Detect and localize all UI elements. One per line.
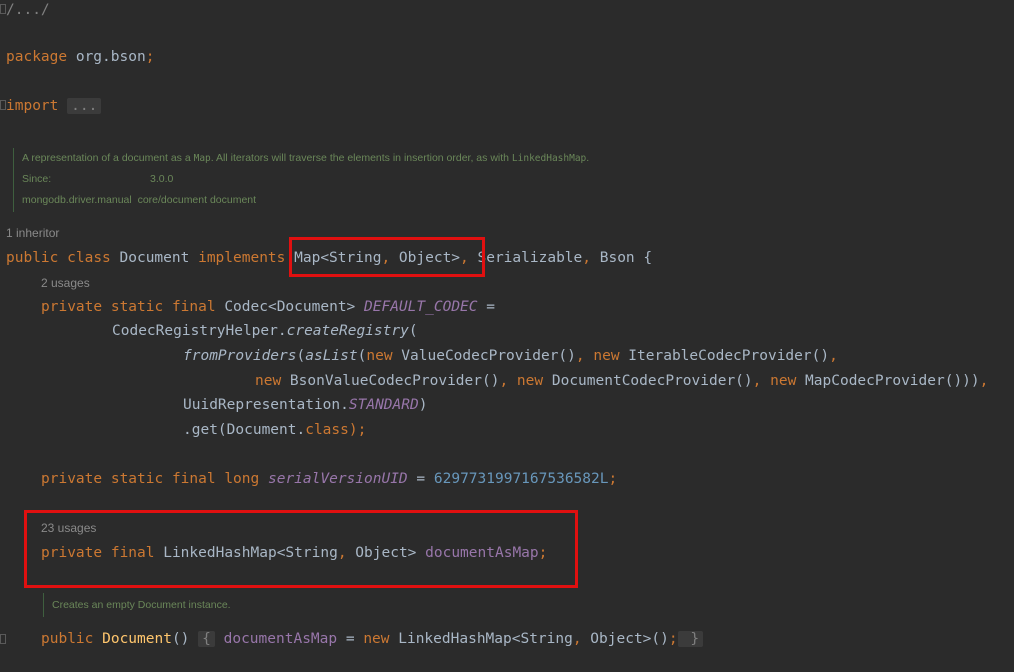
class-ref: CodecRegistryHelper. <box>112 323 287 339</box>
method-call: createRegistry <box>286 323 409 339</box>
field-name: DEFAULT_CODEC <box>364 299 478 315</box>
new-keyword: new <box>363 631 390 647</box>
comma: , <box>582 250 591 266</box>
brace: } <box>677 631 704 647</box>
providers-line[interactable]: fromProviders(asList(new ValueCodecProvi… <box>183 346 838 366</box>
paren: ( <box>408 323 418 339</box>
constructor-call: BsonValueCodecProvider() <box>281 373 500 389</box>
new-keyword: new <box>255 373 282 389</box>
comma: , <box>752 373 771 389</box>
paren: ) <box>418 397 428 413</box>
class-ref: UuidRepresentation. <box>183 397 349 413</box>
field-name: documentAsMap <box>214 631 338 647</box>
assign: = <box>337 631 364 647</box>
semicolon: ; <box>608 471 618 487</box>
folded-header[interactable]: /.../ <box>6 0 50 20</box>
highlight-map-interface <box>289 237 485 277</box>
type: LinkedHashMap<String <box>389 631 573 647</box>
comma: , <box>575 348 594 364</box>
new-keyword: new <box>516 373 544 389</box>
new-keyword: new <box>770 373 797 389</box>
class-javadoc: A representation of a document as a Map.… <box>13 148 589 212</box>
public-keyword: public <box>41 631 103 647</box>
highlight-map-field <box>24 510 578 588</box>
semicolon: ; <box>668 631 678 647</box>
registry-line[interactable]: CodecRegistryHelper.createRegistry( <box>112 321 418 341</box>
paren: ( <box>296 348 306 364</box>
field-name: serialVersionUID <box>267 471 408 487</box>
modifiers: private static final <box>41 299 225 315</box>
public-keyword: public <box>6 250 59 266</box>
type: Codec<Document> <box>224 299 365 315</box>
number-literal: 6297731997167536582L <box>433 471 609 487</box>
implements-keyword: implements <box>198 250 286 266</box>
codec-usages-hint[interactable]: 2 usages <box>41 276 90 290</box>
constructor-call: ValueCodecProvider() <box>392 348 576 364</box>
fold-icon[interactable] <box>0 634 6 644</box>
doc-description: A representation of a document as a Map.… <box>22 152 590 164</box>
get-line[interactable]: .get(Document.class); <box>183 420 366 440</box>
class-name: Document <box>119 250 190 266</box>
method-call: .get(Document. <box>183 422 306 438</box>
inheritor-hint[interactable]: 1 inheritor <box>6 226 59 240</box>
ctor-javadoc: Creates an empty Document instance. <box>43 593 231 617</box>
package-semicolon: ; <box>145 49 155 65</box>
class-keyword: class <box>67 250 111 266</box>
method-call: asList <box>305 348 358 364</box>
field-name: STANDARD <box>348 397 419 413</box>
constructor-line[interactable]: public Document() { documentAsMap = new … <box>41 629 704 649</box>
folded-imports[interactable]: ... <box>67 98 102 114</box>
doc-since: Since: 3.0.0 <box>22 173 174 185</box>
comma: , <box>499 373 517 389</box>
constructor-call: DocumentCodecProvider() <box>543 373 753 389</box>
doc-manual: mongodb.driver.manual core/document docu… <box>22 194 257 206</box>
assign: = <box>477 299 495 315</box>
package-name: org.bson <box>75 49 146 65</box>
package-keyword: package <box>6 49 68 65</box>
new-keyword: new <box>366 348 393 364</box>
modifiers: private static final long <box>41 471 268 487</box>
import-keyword: import <box>6 98 59 114</box>
package-line[interactable]: package org.bson; <box>6 47 154 67</box>
comma: , <box>572 631 582 647</box>
serializable-interface: Serializable <box>468 250 583 266</box>
import-line[interactable]: import ... <box>6 96 102 116</box>
codec-field-line[interactable]: private static final Codec<Document> DEF… <box>41 297 495 317</box>
comma: , <box>979 373 989 389</box>
parens: () <box>171 631 199 647</box>
serial-line[interactable]: private static final long serialVersionU… <box>41 469 617 489</box>
constructor-name: Document <box>102 631 172 647</box>
brace: { <box>198 631 215 647</box>
constructor-call: MapCodecProvider())) <box>796 373 980 389</box>
new-keyword: new <box>593 348 620 364</box>
ctor-doc-text: Creates an empty Document instance. <box>52 599 231 611</box>
comma: , <box>829 348 838 364</box>
type: Object>() <box>581 631 669 647</box>
constructor-call: IterableCodecProvider() <box>619 348 830 364</box>
bson-interface: Bson { <box>591 250 653 266</box>
providers-line-2[interactable]: new BsonValueCodecProvider(), new Docume… <box>255 371 988 391</box>
uuid-line[interactable]: UuidRepresentation.STANDARD) <box>183 395 427 415</box>
method-call: fromProviders <box>183 348 297 364</box>
close: ); <box>348 422 367 438</box>
class-keyword: class <box>305 422 349 438</box>
assign: = <box>407 471 434 487</box>
